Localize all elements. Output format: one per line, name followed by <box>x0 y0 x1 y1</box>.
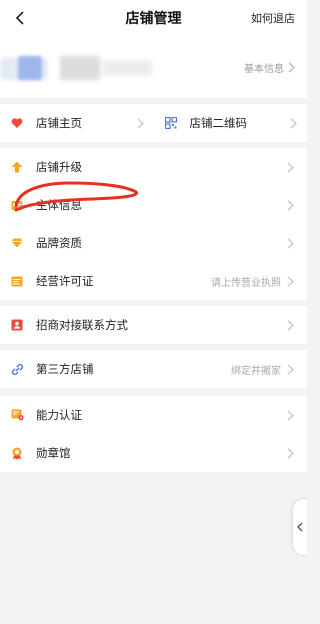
chevron-right-icon <box>287 162 294 172</box>
capability-cert-label: 能力认证 <box>36 408 82 422</box>
chevron-left-icon <box>297 522 303 532</box>
top-bar: 店铺管理 如何退店 <box>0 0 307 36</box>
basic-info-link[interactable]: 基本信息 <box>244 60 295 75</box>
chevron-right-icon <box>287 410 294 420</box>
floating-side-handle[interactable] <box>292 498 307 556</box>
merchant-contact-item[interactable]: 招商对接联系方式 <box>0 306 307 344</box>
third-party-shop-label: 第三方店铺 <box>36 362 94 376</box>
shop-upgrade-label: 店铺升级 <box>36 160 82 174</box>
shop-profile-row[interactable]: 基本信息 <box>0 36 307 98</box>
chevron-left-icon <box>15 11 24 25</box>
business-license-item[interactable]: 经营许可证 请上传营业执照 <box>0 262 307 300</box>
brand-qualification-item[interactable]: 品牌资质 <box>0 224 307 262</box>
diamond-icon <box>10 236 24 250</box>
blurred-shop-name-tail <box>102 60 152 76</box>
id-card-icon <box>10 198 24 212</box>
chevron-right-icon <box>288 62 295 72</box>
shop-homepage-button[interactable]: 店铺主页 <box>0 104 154 142</box>
heart-icon <box>10 116 24 130</box>
bind-and-migrate-hint: 绑定并搬家 <box>231 365 281 377</box>
shop-qrcode-label: 店铺二维码 <box>189 116 248 130</box>
chevron-right-icon <box>290 118 297 128</box>
chevron-right-icon <box>287 238 294 248</box>
how-to-close-shop-link[interactable]: 如何退店 <box>251 10 295 26</box>
avatar <box>18 56 42 80</box>
contact-card: 招商对接联系方式 <box>0 306 307 344</box>
entity-info-label: 主体信息 <box>36 198 82 212</box>
chevron-right-icon <box>287 200 294 210</box>
third-party-shop-item[interactable]: 第三方店铺 绑定并搬家 <box>0 350 307 388</box>
third-party-card: 第三方店铺 绑定并搬家 <box>0 350 307 388</box>
page-title: 店铺管理 <box>125 11 182 27</box>
back-button[interactable] <box>6 4 34 32</box>
business-license-label: 经营许可证 <box>36 274 94 288</box>
certification-card: 能力认证 勋章馆 <box>0 396 307 472</box>
qrcode-icon <box>164 116 178 130</box>
chevron-right-icon <box>287 276 294 286</box>
chevron-right-icon <box>287 448 294 458</box>
shop-info-card: 店铺升级 主体信息 品牌资质 经营许可证 请上传营业执照 <box>0 148 307 300</box>
chevron-right-icon <box>287 364 294 374</box>
upload-license-hint: 请上传营业执照 <box>211 277 281 289</box>
medal-icon <box>10 446 24 460</box>
certificate-icon <box>10 408 24 422</box>
shop-upgrade-item[interactable]: 店铺升级 <box>0 148 307 186</box>
chevron-right-icon <box>137 118 144 128</box>
upgrade-icon <box>10 160 24 174</box>
entity-info-item[interactable]: 主体信息 <box>0 186 307 224</box>
brand-qualification-label: 品牌资质 <box>36 236 82 250</box>
quick-links: 店铺主页 店铺二维码 <box>0 104 307 142</box>
chevron-right-icon <box>287 320 294 330</box>
merchant-contact-label: 招商对接联系方式 <box>36 318 128 332</box>
basic-info-label: 基本信息 <box>244 63 284 75</box>
shop-homepage-label: 店铺主页 <box>36 116 82 130</box>
shop-qrcode-button[interactable]: 店铺二维码 <box>154 104 308 142</box>
blurred-shop-name <box>60 56 100 80</box>
capability-cert-item[interactable]: 能力认证 <box>0 396 307 434</box>
badge-hall-item[interactable]: 勋章馆 <box>0 434 307 472</box>
license-icon <box>10 274 24 288</box>
link-icon <box>10 362 24 376</box>
contact-card-icon <box>10 318 24 332</box>
badge-hall-label: 勋章馆 <box>36 446 71 460</box>
